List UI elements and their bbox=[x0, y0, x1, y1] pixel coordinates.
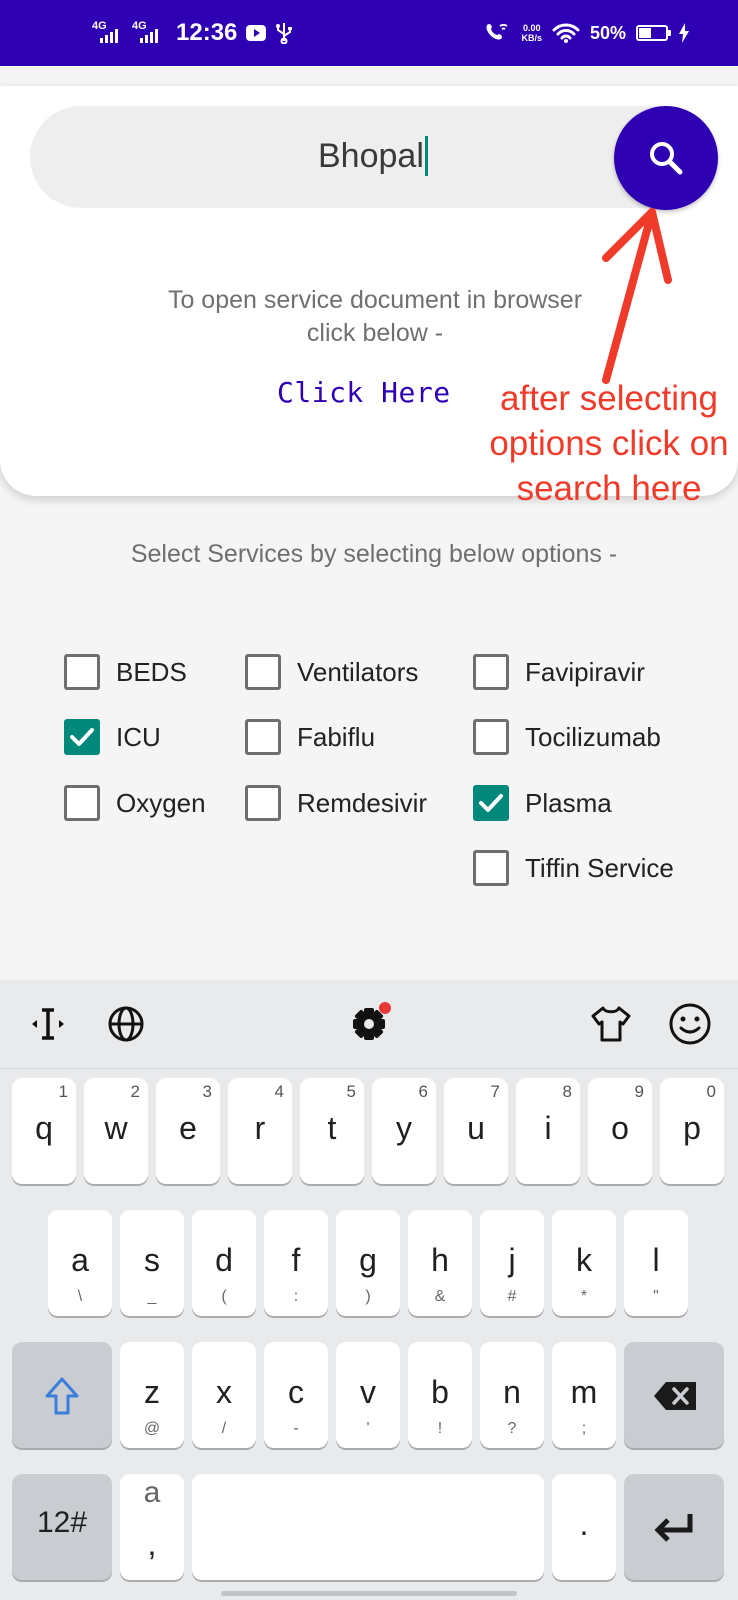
select-services-prompt: Select Services by selecting below optio… bbox=[130, 540, 618, 568]
checkbox[interactable] bbox=[64, 785, 100, 821]
key-p[interactable]: 0p bbox=[660, 1078, 724, 1184]
key-t[interactable]: 5t bbox=[300, 1078, 364, 1184]
enter-key[interactable] bbox=[624, 1474, 724, 1580]
key-k[interactable]: k * bbox=[552, 1210, 616, 1316]
checkbox-checked[interactable] bbox=[64, 719, 100, 755]
option-plasma[interactable]: Plasma bbox=[473, 781, 612, 825]
annotation-arrow bbox=[602, 208, 672, 384]
status-bar: 4G 4G 12:36 0.00 KB/s 50% bbox=[0, 0, 738, 66]
checkbox[interactable] bbox=[245, 785, 281, 821]
shift-key[interactable] bbox=[12, 1342, 112, 1448]
globe-icon[interactable] bbox=[102, 1000, 150, 1048]
symbols-key[interactable]: 12# bbox=[12, 1474, 112, 1580]
key-m[interactable]: m; bbox=[552, 1342, 616, 1448]
battery-icon bbox=[636, 25, 671, 41]
net-speed: 0.00 KB/s bbox=[521, 23, 542, 43]
enter-icon bbox=[654, 1514, 693, 1542]
option-fabiflu[interactable]: Fabiflu bbox=[245, 715, 375, 759]
search-button[interactable] bbox=[614, 106, 718, 210]
checkbox[interactable] bbox=[473, 719, 509, 755]
key-d[interactable]: d( bbox=[192, 1210, 256, 1316]
clock: 12:36 bbox=[176, 19, 238, 46]
wifi-icon bbox=[552, 23, 580, 43]
youtube-icon bbox=[246, 25, 267, 41]
search-field[interactable]: Bhopal bbox=[30, 106, 710, 208]
option-tocilizumab[interactable]: Tocilizumab bbox=[473, 715, 661, 759]
emoji-icon[interactable] bbox=[666, 1000, 714, 1048]
key-z[interactable]: z @ bbox=[120, 1342, 184, 1448]
option-icu[interactable]: ICU bbox=[64, 715, 161, 759]
key-l[interactable]: l " bbox=[624, 1210, 688, 1316]
key-o[interactable]: 9o bbox=[588, 1078, 652, 1184]
keyboard-toolbar bbox=[0, 980, 738, 1068]
checkmark-icon bbox=[70, 728, 94, 746]
usb-icon bbox=[276, 23, 293, 44]
battery-percent: 50% bbox=[589, 22, 626, 43]
key-a[interactable]: a \ bbox=[48, 1210, 112, 1316]
theme-shirt-icon[interactable] bbox=[587, 1000, 635, 1048]
search-icon bbox=[650, 142, 683, 175]
checkbox[interactable] bbox=[473, 850, 509, 886]
info-text: To open service document in browser clic… bbox=[167, 286, 583, 347]
checkbox[interactable] bbox=[245, 719, 281, 755]
key-c[interactable]: c- bbox=[264, 1342, 328, 1448]
signal-icon-1: 4G bbox=[92, 20, 124, 46]
option-ventilators[interactable]: Ventilators bbox=[245, 650, 418, 694]
comma-key[interactable]: a , bbox=[120, 1474, 184, 1580]
key-r[interactable]: 4r bbox=[228, 1078, 292, 1184]
key-s[interactable]: s _ bbox=[120, 1210, 184, 1316]
option-tiffin-service[interactable]: Tiffin Service bbox=[473, 846, 674, 890]
on-screen-keyboard: 1q 2w 3e 4r 5t 6y 7u 8i 9o 0p a \ s _ d( f… bbox=[0, 980, 738, 1600]
option-favipiravir[interactable]: Favipiravir bbox=[473, 650, 645, 694]
key-i[interactable]: 8i bbox=[516, 1078, 580, 1184]
option-remdesivir[interactable]: Remdesivir bbox=[245, 781, 427, 825]
checkbox[interactable] bbox=[473, 654, 509, 690]
checkbox-checked[interactable] bbox=[473, 785, 509, 821]
option-oxygen[interactable]: Oxygen bbox=[64, 781, 206, 825]
annotation-text: after selecting options click on search … bbox=[489, 379, 729, 508]
signal-icon-2: 4G bbox=[132, 20, 164, 46]
checkmark-icon bbox=[479, 794, 503, 812]
period-key[interactable]: . bbox=[552, 1474, 616, 1580]
key-b[interactable]: b! bbox=[408, 1342, 472, 1448]
key-q[interactable]: 1q bbox=[12, 1078, 76, 1184]
wifi-calling-icon bbox=[486, 23, 509, 40]
search-input-text: Bhopal bbox=[318, 137, 424, 175]
click-here-link[interactable]: Click Here bbox=[277, 376, 451, 409]
divider bbox=[0, 1068, 738, 1069]
checkbox[interactable] bbox=[64, 654, 100, 690]
shift-icon bbox=[45, 1377, 79, 1415]
text-cursor-control-icon[interactable] bbox=[24, 1000, 72, 1048]
checkbox[interactable] bbox=[245, 654, 281, 690]
key-v[interactable]: v ' bbox=[336, 1342, 400, 1448]
backspace-icon bbox=[654, 1382, 696, 1410]
home-indicator[interactable] bbox=[221, 1591, 517, 1596]
key-u[interactable]: 7u bbox=[444, 1078, 508, 1184]
option-beds[interactable]: BEDS bbox=[64, 650, 187, 694]
key-x[interactable]: x / bbox=[192, 1342, 256, 1448]
key-w[interactable]: 2w bbox=[84, 1078, 148, 1184]
key-n[interactable]: n? bbox=[480, 1342, 544, 1448]
space-bar[interactable] bbox=[192, 1474, 544, 1580]
backspace-key[interactable] bbox=[624, 1342, 724, 1448]
key-h[interactable]: h & bbox=[408, 1210, 472, 1316]
text-cursor bbox=[424, 136, 428, 176]
charging-icon bbox=[679, 23, 689, 43]
key-y[interactable]: 6y bbox=[372, 1078, 436, 1184]
key-j[interactable]: j # bbox=[480, 1210, 544, 1316]
key-f[interactable]: f: bbox=[264, 1210, 328, 1316]
key-g[interactable]: g) bbox=[336, 1210, 400, 1316]
settings-icon[interactable] bbox=[345, 1000, 393, 1048]
key-e[interactable]: 3e bbox=[156, 1078, 220, 1184]
